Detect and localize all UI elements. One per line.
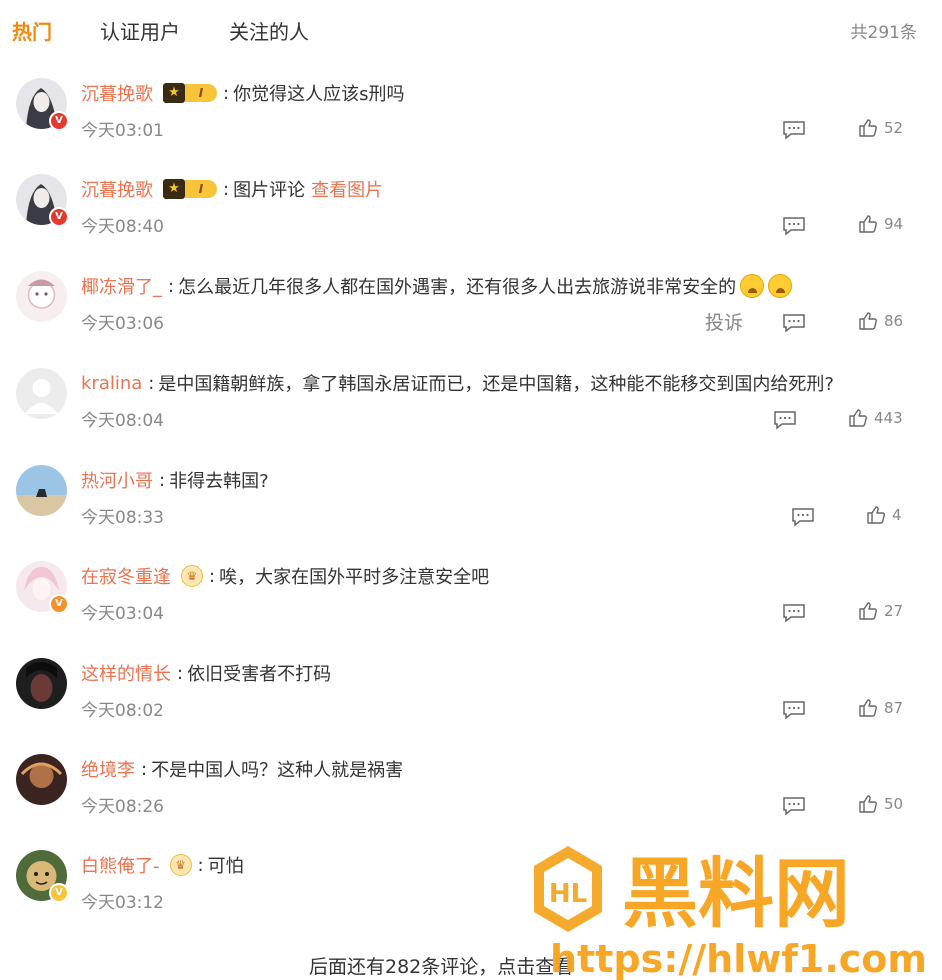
comment-time: 今天03:04 bbox=[81, 604, 164, 624]
like-button[interactable]: 86 bbox=[858, 311, 903, 331]
reply-icon[interactable] bbox=[782, 313, 806, 333]
vip-badge-icon: ★ I bbox=[163, 178, 217, 200]
reply-icon[interactable] bbox=[782, 796, 806, 816]
comment-text: 依旧受害者不打码 bbox=[187, 664, 332, 685]
comment-item: 热河小哥 : 非得去韩国? 今天08:33 4 bbox=[0, 457, 942, 553]
svg-text:https://hlwf1.com: https://hlwf1.com bbox=[550, 937, 927, 980]
comment-time: 今天03:01 bbox=[81, 121, 164, 141]
avatar[interactable]: V bbox=[16, 78, 69, 131]
more-comments-link[interactable]: 后面还有282条评论，点击查看 bbox=[309, 952, 573, 979]
total-count: 共291条 bbox=[850, 23, 917, 43]
like-count: 27 bbox=[884, 602, 904, 620]
crown-medal-icon: ♛ bbox=[169, 854, 192, 876]
username[interactable]: 绝境李 bbox=[81, 756, 135, 782]
like-count: 87 bbox=[884, 699, 904, 717]
report-button[interactable]: 投诉 bbox=[705, 308, 743, 335]
crown-medal-icon: ♛ bbox=[181, 565, 203, 587]
comment-item: 这样的情长 : 依旧受害者不打码 今天08:02 87 bbox=[0, 650, 942, 746]
like-count: 52 bbox=[884, 119, 904, 137]
reply-icon[interactable] bbox=[782, 120, 806, 140]
comment-item: 椰冻滑了_ : 怎么最近几年很多人都在国外遇害，还有很多人出去旅游说非常安全的 … bbox=[0, 263, 942, 359]
reply-icon[interactable] bbox=[791, 507, 815, 527]
reply-icon[interactable] bbox=[782, 603, 806, 623]
avatar[interactable]: V bbox=[16, 850, 69, 903]
like-button[interactable]: 4 bbox=[866, 505, 902, 525]
tab-following[interactable]: 关注的人 bbox=[229, 16, 309, 45]
avatar[interactable] bbox=[16, 658, 67, 709]
crying-emoji-icon bbox=[768, 274, 793, 298]
comment-text: 你觉得这人应该s刑吗 bbox=[233, 84, 405, 105]
username[interactable]: 沉暮挽歌 bbox=[81, 176, 153, 202]
avatar[interactable]: V bbox=[16, 174, 69, 227]
username[interactable]: 椰冻滑了_ bbox=[81, 273, 162, 299]
thumbs-up-icon bbox=[859, 795, 877, 813]
comment-text: 怎么最近几年很多人都在国外遇害，还有很多人出去旅游说非常安全的 bbox=[178, 277, 737, 298]
avatar[interactable] bbox=[16, 271, 67, 322]
comment-time: 今天03:12 bbox=[81, 893, 164, 913]
comment-item: kralina : 是中国籍朝鲜族，拿了韩国永居证而已，还是中国籍，这种能不能移… bbox=[0, 360, 942, 456]
comment-text: 可怕 bbox=[207, 856, 244, 877]
like-button[interactable]: 52 bbox=[858, 118, 903, 138]
username[interactable]: kralina bbox=[81, 373, 142, 394]
thumbs-up-icon bbox=[849, 409, 867, 427]
thumbs-up-icon bbox=[859, 312, 877, 330]
comment-text: 图片评论 bbox=[233, 180, 306, 201]
avatar[interactable] bbox=[16, 754, 67, 805]
username[interactable]: 在寂冬重逢 bbox=[81, 563, 171, 589]
comment-time: 今天08:02 bbox=[81, 701, 164, 721]
comment-time: 今天08:04 bbox=[81, 411, 164, 431]
comment-text: 是中国籍朝鲜族，拿了韩国永居证而已，还是中国籍，这种能不能移交到国内给死刑? bbox=[158, 374, 834, 395]
thumbs-up-icon bbox=[859, 215, 877, 233]
comment-tabs: 热门 认证用户 关注的人 共291条 bbox=[0, 0, 942, 60]
verified-badge-icon: V bbox=[49, 883, 69, 903]
comment-item: 绝境李 : 不是中国人吗？这种人就是祸害 今天08:26 50 bbox=[0, 746, 942, 842]
comment-time: 今天08:33 bbox=[81, 508, 164, 528]
like-count: 94 bbox=[884, 215, 904, 233]
comment-item: V 沉暮挽歌 ★ I : 你觉得这人应该s刑吗 今天03:01 52 bbox=[0, 70, 942, 166]
like-button[interactable]: 443 bbox=[848, 408, 903, 428]
like-button[interactable]: 87 bbox=[858, 698, 903, 718]
view-image-link[interactable]: 查看图片 bbox=[311, 176, 383, 202]
username[interactable]: 热河小哥 bbox=[81, 467, 153, 493]
username[interactable]: 这样的情长 bbox=[81, 660, 171, 686]
like-count: 443 bbox=[874, 409, 903, 427]
reply-icon[interactable] bbox=[773, 410, 797, 430]
comment-time: 今天08:26 bbox=[81, 797, 164, 817]
username[interactable]: 沉暮挽歌 bbox=[81, 80, 153, 106]
comment-text: 非得去韩国? bbox=[169, 471, 269, 492]
avatar[interactable] bbox=[16, 465, 67, 516]
like-count: 86 bbox=[884, 312, 904, 330]
comment-text: 唉，大家在国外平时多注意安全吧 bbox=[219, 567, 490, 588]
comment-text: 不是中国人吗？这种人就是祸害 bbox=[151, 760, 404, 781]
like-count: 4 bbox=[892, 506, 902, 524]
verified-badge-icon: V bbox=[49, 594, 69, 614]
avatar[interactable] bbox=[16, 368, 67, 419]
thumbs-up-icon bbox=[859, 119, 877, 137]
comment-item: V 在寂冬重逢 ♛ : 唉，大家在国外平时多注意安全吧 今天03:04 27 bbox=[0, 553, 942, 649]
comment-time: 今天08:40 bbox=[81, 217, 164, 237]
like-count: 50 bbox=[884, 795, 904, 813]
like-button[interactable]: 27 bbox=[858, 601, 903, 621]
comment-time: 今天03:06 bbox=[81, 314, 164, 334]
thumbs-up-icon bbox=[867, 506, 885, 524]
verified-badge-icon: V bbox=[49, 207, 69, 227]
comment-item: V 沉暮挽歌 ★ I : 图片评论 查看图片 今天08:40 94 bbox=[0, 166, 942, 262]
thumbs-up-icon bbox=[859, 699, 877, 717]
thumbs-up-icon bbox=[859, 602, 877, 620]
comment-item: V 白熊俺了- ♛ : 可怕 今天03:12 bbox=[0, 842, 942, 938]
like-button[interactable]: 94 bbox=[858, 214, 903, 234]
crying-emoji-icon bbox=[740, 274, 765, 298]
verified-badge-icon: V bbox=[49, 111, 69, 131]
reply-icon[interactable] bbox=[782, 216, 806, 236]
username[interactable]: 白熊俺了- bbox=[81, 852, 160, 878]
like-button[interactable]: 50 bbox=[858, 794, 903, 814]
vip-badge-icon: ★ I bbox=[163, 82, 217, 104]
avatar[interactable]: V bbox=[16, 561, 69, 614]
reply-icon[interactable] bbox=[782, 700, 806, 720]
tab-hot[interactable]: 热门 bbox=[12, 16, 52, 45]
tab-verified-users[interactable]: 认证用户 bbox=[100, 16, 180, 45]
